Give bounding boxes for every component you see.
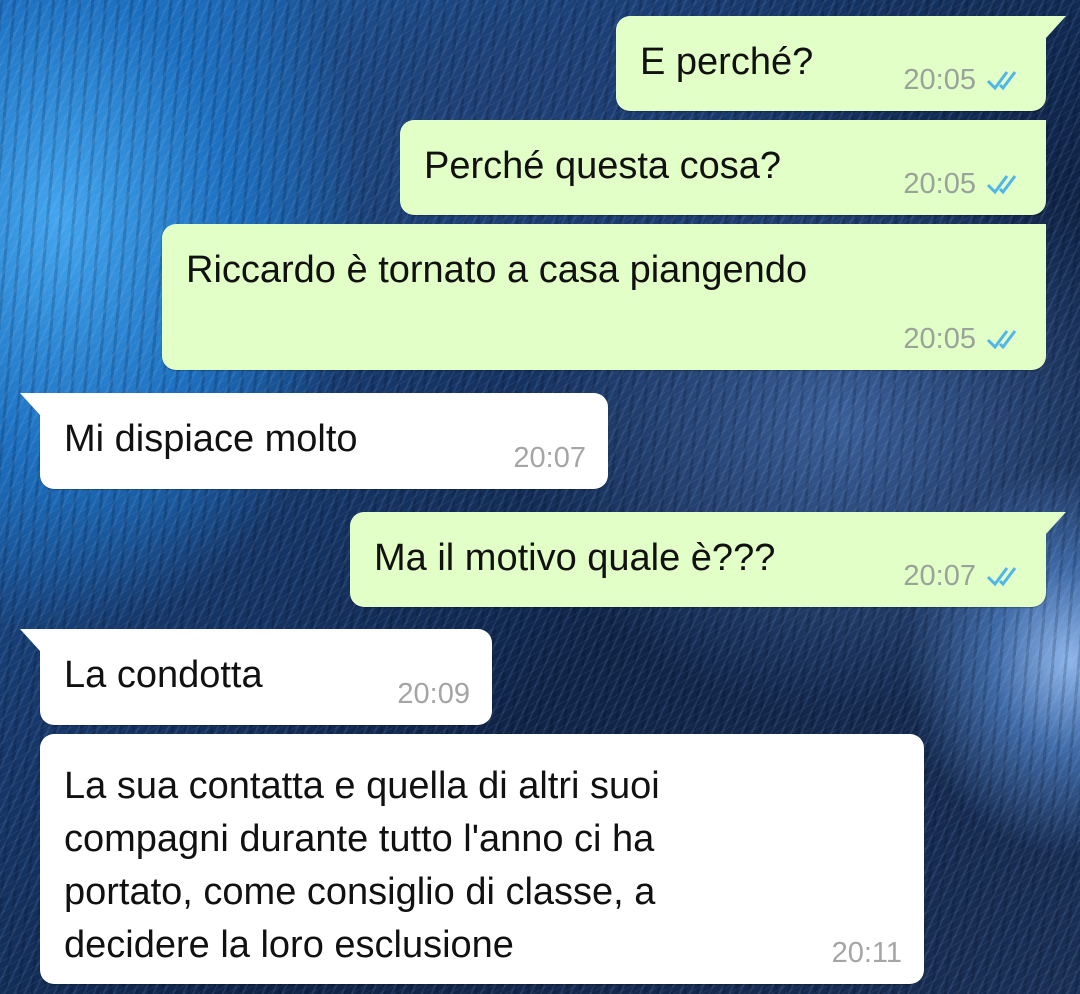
message-time: 20:05	[903, 64, 976, 96]
chat-message-list[interactable]: E perché? 20:05 Perché questa cosa? 20:0…	[0, 0, 1080, 994]
double-check-icon	[986, 175, 1017, 195]
message-meta: 20:07	[513, 443, 586, 473]
message-bubble-outgoing[interactable]: E perché? 20:05	[616, 16, 1066, 111]
message-time: 20:09	[397, 678, 470, 710]
message-bubble-incoming[interactable]: Mi dispiace molto 20:07	[20, 393, 608, 489]
message-time: 20:05	[903, 323, 976, 355]
message-meta: 20:11	[832, 938, 902, 968]
message-text: Perché questa cosa?	[424, 145, 782, 187]
message-bubble-incoming[interactable]: La condotta 20:09	[20, 629, 492, 725]
message-time: 20:07	[513, 442, 586, 474]
message-text: La condotta	[64, 654, 263, 696]
message-meta: 20:09	[397, 679, 470, 709]
double-check-icon	[986, 567, 1017, 587]
message-bubble-outgoing[interactable]: Ma il motivo quale è??? 20:07	[350, 512, 1066, 607]
message-meta: 20:05	[903, 169, 1024, 199]
message-bubble-outgoing[interactable]: Riccardo è tornato a casa piangendo 20:0…	[162, 224, 1046, 370]
message-time: 20:07	[903, 560, 976, 592]
double-check-icon	[986, 330, 1017, 350]
message-text: Ma il motivo quale è???	[374, 537, 776, 579]
message-text: Riccardo è tornato a casa piangendo	[186, 249, 808, 291]
message-text: E perché?	[640, 41, 814, 83]
message-time: 20:11	[831, 937, 902, 969]
message-meta: 20:05	[903, 324, 1024, 354]
message-time: 20:05	[903, 168, 976, 200]
message-meta: 20:05	[903, 65, 1024, 95]
message-bubble-outgoing[interactable]: Perché questa cosa? 20:05	[400, 120, 1046, 215]
message-text: Mi dispiace molto	[64, 418, 358, 460]
message-meta: 20:07	[903, 561, 1024, 591]
message-text: La sua contatta e quella di altri suoi c…	[64, 765, 660, 966]
message-bubble-incoming[interactable]: La sua contatta e quella di altri suoi c…	[40, 734, 924, 984]
double-check-icon	[986, 71, 1017, 91]
